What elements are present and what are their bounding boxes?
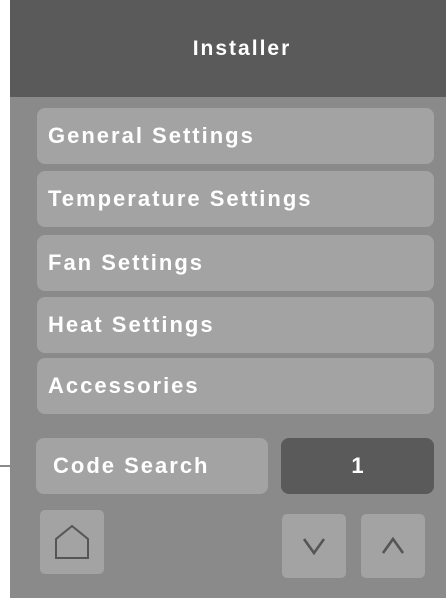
general-settings-label: General Settings — [48, 123, 255, 148]
general-settings-button[interactable]: General Settings — [37, 108, 434, 164]
code-value: 1 — [351, 453, 364, 478]
chevron-up-icon — [381, 536, 405, 554]
accessories-label: Accessories — [48, 373, 200, 398]
chevron-down-icon — [302, 538, 326, 556]
code-search-button[interactable]: Code Search — [36, 438, 268, 494]
page-title: Installer — [192, 36, 292, 60]
heat-settings-button[interactable]: Heat Settings — [37, 297, 434, 353]
temperature-settings-button[interactable]: Temperature Settings — [37, 171, 434, 227]
up-button[interactable] — [361, 514, 425, 578]
fan-settings-button[interactable]: Fan Settings — [37, 235, 434, 291]
home-icon — [55, 524, 89, 559]
down-button[interactable] — [282, 514, 346, 578]
installer-screen: Installer General Settings Temperature S… — [10, 0, 446, 598]
code-value-display[interactable]: 1 — [281, 438, 434, 494]
accessories-button[interactable]: Accessories — [37, 358, 434, 414]
header-bar: Installer — [10, 0, 446, 97]
temperature-settings-label: Temperature Settings — [48, 186, 313, 211]
code-search-label: Code Search — [53, 453, 210, 478]
home-button[interactable] — [40, 510, 104, 574]
fan-settings-label: Fan Settings — [48, 250, 205, 275]
heat-settings-label: Heat Settings — [48, 312, 215, 337]
